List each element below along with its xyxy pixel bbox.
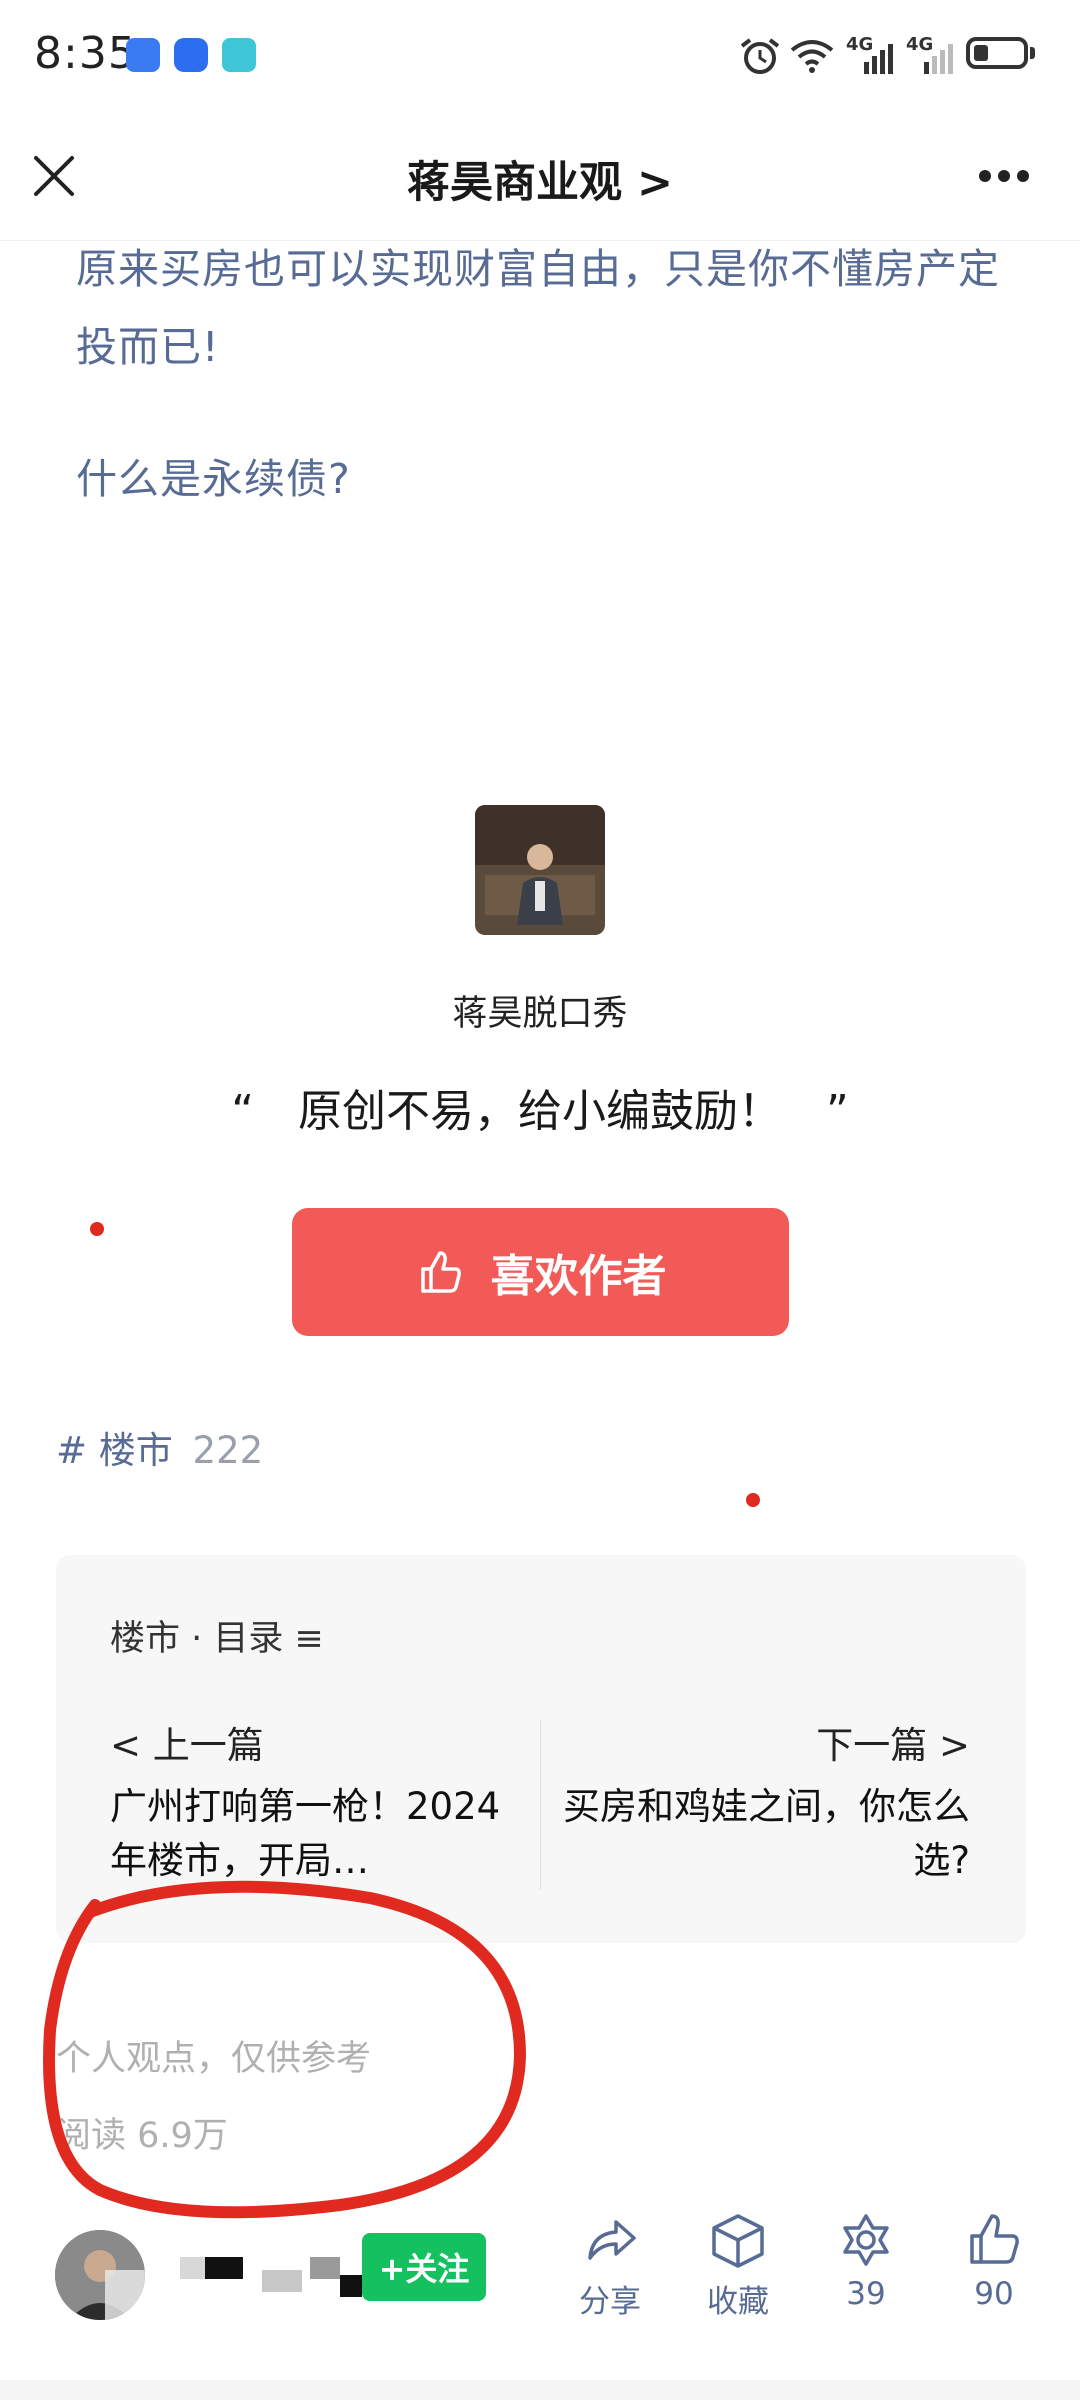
wow-count: 39 [846, 2276, 886, 2312]
author-photo[interactable] [475, 805, 605, 935]
share-label: 分享 [579, 2284, 641, 2320]
like-button[interactable]: 90 [939, 2210, 1049, 2312]
next-article-label[interactable]: 下一篇 > [816, 1715, 970, 1769]
topic-tag-label: # 楼市 [56, 1429, 173, 1472]
wow-icon [843, 2214, 889, 2266]
account-title[interactable]: 蒋昊商业观 > [0, 148, 1080, 210]
article-paragraph-2: 什么是永续债? [76, 455, 351, 503]
encourage-text: “ 原创不易，给小编鼓励！ ” [231, 1086, 849, 1137]
share-button[interactable]: 分享 [555, 2210, 665, 2321]
battery-tip [1030, 47, 1035, 59]
topic-tag[interactable]: # 楼市 222 [56, 1420, 263, 1474]
like-author-label: 喜欢作者 [490, 1251, 667, 1302]
article-paragraph-1: 原来买房也可以实现财富自由，只是你不懂房产定投而已! [76, 245, 1000, 371]
home-indicator-bar [0, 2380, 1080, 2400]
signal-2-icon [924, 44, 953, 74]
prev-article-title[interactable]: 广州打响第一枪！2024年楼市，开局… [110, 1780, 520, 1888]
masked-name [262, 2270, 302, 2292]
masked-name [340, 2275, 362, 2297]
collect-icon [712, 2214, 764, 2268]
wow-button[interactable]: 39 [811, 2210, 921, 2312]
author-name[interactable]: 蒋昊脱口秀 [0, 985, 1080, 1036]
share-icon [588, 2220, 636, 2260]
collection-divider [540, 1720, 541, 1890]
annotation-dot [746, 1493, 760, 1507]
masked-name [205, 2257, 243, 2279]
next-article-title[interactable]: 买房和鸡娃之间，你怎么选? [550, 1780, 970, 1888]
battery-level [974, 45, 988, 61]
alarm-icon [740, 38, 780, 74]
like-author-button[interactable]: 喜欢作者 [292, 1208, 789, 1336]
thumb-icon [420, 1251, 461, 1293]
collect-button[interactable]: 收藏 [683, 2210, 793, 2321]
more-icon[interactable] [978, 168, 1030, 184]
signal-1-icon [864, 44, 893, 74]
like-icon [970, 2214, 1019, 2264]
circle-annotation [43, 1880, 526, 2219]
collection-title[interactable]: 楼市 · 目录 ≡ [110, 1610, 324, 1661]
follow-button[interactable]: +关注 [362, 2233, 486, 2301]
reader-avatar[interactable] [55, 2230, 145, 2320]
status-time: 8:35 [34, 28, 137, 79]
wifi-icon [790, 40, 834, 73]
collect-label: 收藏 [707, 2284, 769, 2320]
status-bar: 8:35 4G 4G [0, 0, 1080, 110]
masked-name [310, 2257, 340, 2279]
topic-tag-count: 222 [192, 1429, 264, 1472]
game-app-icon [222, 38, 256, 72]
like-count: 90 [974, 2276, 1014, 2312]
annotation-dot [90, 1222, 104, 1236]
bulb-app-icon [174, 38, 208, 72]
notification-app-icon [126, 38, 160, 72]
prev-article-label[interactable]: < 上一篇 [110, 1715, 264, 1769]
